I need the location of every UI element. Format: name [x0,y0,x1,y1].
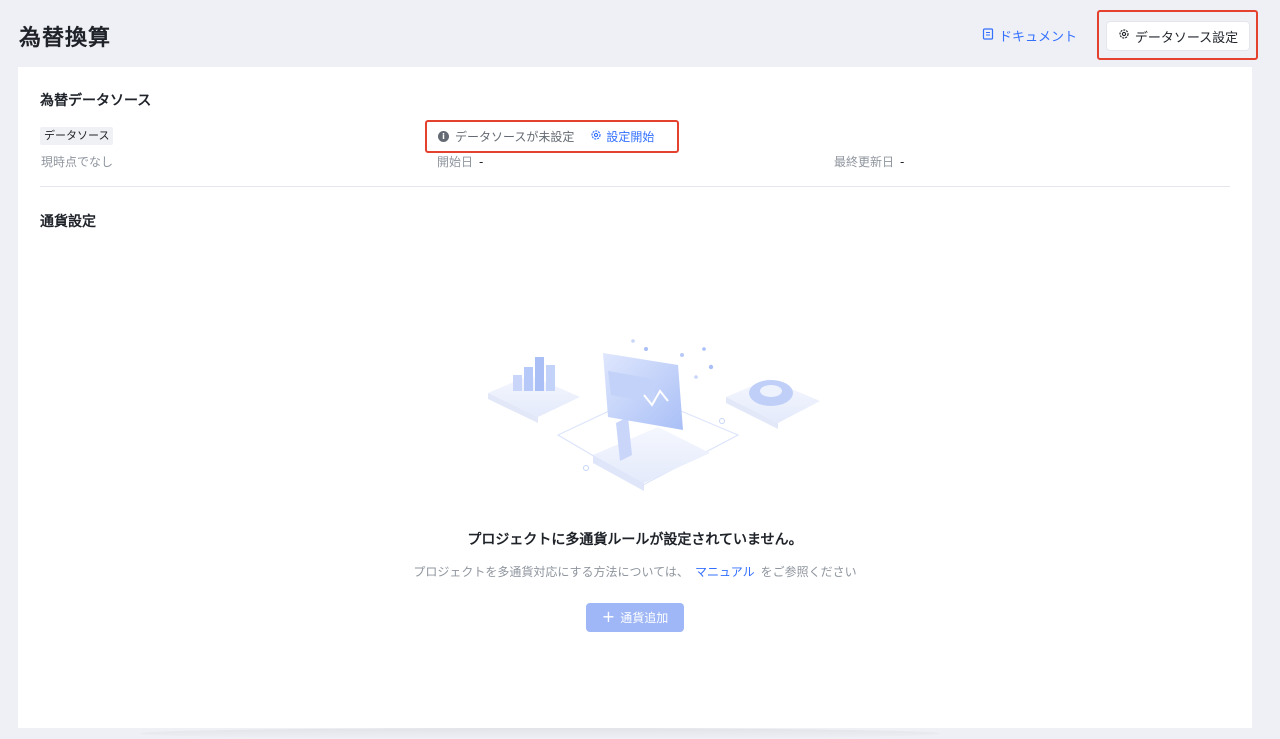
page: 為替換算 ドキュメント データソース設定 為替データソース データソース 現時点… [0,0,1280,739]
empty-desc-before: プロジェクトを多通貨対応にする方法については、 [413,565,689,579]
document-icon [982,27,994,44]
datasource-section-title: 為替データソース [40,93,152,109]
empty-state-description: プロジェクトを多通貨対応にする方法については、 マニュアル をご参照ください [18,563,1252,580]
gear-icon [590,129,602,144]
add-currency-label: 通貨追加 [620,611,669,625]
setup-start-label: 設定開始 [606,130,655,144]
datasource-settings-label: データソース設定 [1134,30,1239,46]
document-link-label: ドキュメント [999,30,1078,45]
last-updated-value: - [900,155,905,169]
datasource-settings-button[interactable]: データソース設定 [1106,21,1250,51]
datasource-status: 現時点でなし [41,155,114,169]
start-date: 開始日 - [437,153,483,170]
setup-start-link[interactable]: 設定開始 [590,128,654,145]
empty-state-illustration [488,339,820,491]
datasource-unset-row: i データソースが未設定 設定開始 [438,128,654,145]
currency-section-title: 通貨設定 [40,214,96,230]
last-updated: 最終更新日 - [834,153,904,170]
empty-state-title: プロジェクトに多通貨ルールが設定されていません。 [467,532,803,548]
document-link[interactable]: ドキュメント [982,26,1077,45]
datasource-tag: データソース [40,127,114,145]
main-card: 為替データソース データソース 現時点でなし i データソースが未設定 設定開始… [18,67,1252,728]
gear-icon [1118,28,1130,44]
last-updated-label: 最終更新日 [834,155,895,169]
start-date-label: 開始日 [437,155,474,169]
card-shadow [140,728,940,739]
page-title: 為替換算 [19,26,112,51]
start-date-value: - [479,155,484,169]
add-currency-button[interactable]: + 通貨追加 [586,603,684,632]
section-divider [40,186,1230,187]
empty-desc-after: をご参照ください [760,565,857,579]
unset-text: データソースが未設定 [455,130,575,144]
plus-icon: + [601,606,616,626]
manual-link[interactable]: マニュアル [695,565,755,579]
info-icon: i [438,131,449,142]
